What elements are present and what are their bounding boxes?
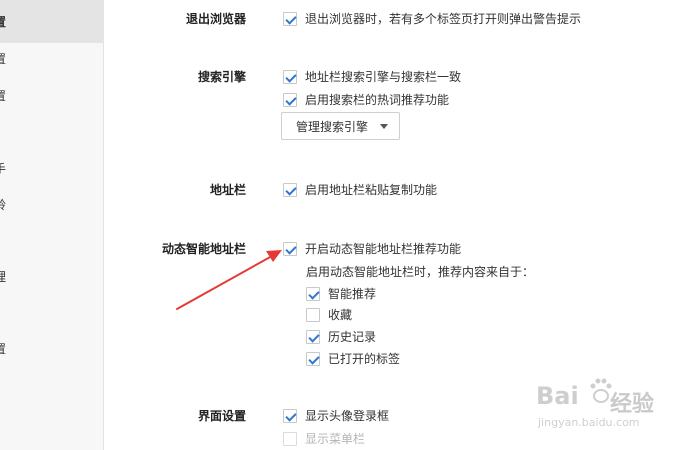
paste-copy-option[interactable]: 启用地址栏粘贴复制功能 xyxy=(283,181,437,198)
section-label-exit-browser: 退出浏览器 xyxy=(185,12,246,26)
menu-bar-option[interactable]: 显示菜单栏 xyxy=(283,430,365,447)
checkbox-checked[interactable] xyxy=(306,351,320,366)
watermark-logo-text: Bai xyxy=(536,382,579,410)
smart-address-bar-option[interactable]: 开启动态智能地址栏推荐功能 xyxy=(283,240,461,257)
checkbox-checked[interactable] xyxy=(306,286,320,301)
option-label: 开启动态智能地址栏推荐功能 xyxy=(305,242,462,256)
sidebar-item[interactable]: 手 xyxy=(0,160,104,180)
option-label: 智能推荐 xyxy=(328,287,377,301)
manage-search-engine-dropdown[interactable]: 管理搜索引擎 xyxy=(281,112,400,140)
section-label-search-engine: 搜索引擎 xyxy=(197,70,246,84)
sync-search-engine-option[interactable]: 地址栏搜索引擎与搜索栏一致 xyxy=(283,68,461,85)
option-label: 启用搜索栏的热词推荐功能 xyxy=(305,93,450,107)
section-label-address-bar: 地址栏 xyxy=(209,183,246,197)
sidebar-item[interactable]: 理 xyxy=(0,268,104,288)
checkbox-unchecked[interactable] xyxy=(283,431,297,446)
checkbox-unchecked[interactable] xyxy=(306,307,320,322)
baidu-jingyan-watermark: Bai 经验 jingyan.baidu.com xyxy=(532,376,692,438)
option-label: 收藏 xyxy=(328,308,353,322)
checkbox-checked[interactable] xyxy=(283,182,297,197)
checkbox-checked[interactable] xyxy=(283,408,297,423)
dropdown-label: 管理搜索引擎 xyxy=(296,119,369,134)
sidebar-item[interactable]: 置 xyxy=(0,87,104,107)
option-label: 历史记录 xyxy=(328,330,377,344)
checkbox-checked[interactable] xyxy=(283,92,297,107)
settings-sidebar: 置 置 置 手 铃 理 理 置 xyxy=(0,0,104,450)
smart-recommend-option[interactable]: 智能推荐 xyxy=(306,285,376,302)
exit-warning-option[interactable]: 退出浏览器时，若有多个标签页打开则弹出警告提示 xyxy=(283,10,581,27)
sidebar-item[interactable]: 置 xyxy=(0,340,104,360)
option-label: 退出浏览器时，若有多个标签页打开则弹出警告提示 xyxy=(305,12,582,26)
sidebar-item[interactable]: 铃 xyxy=(0,196,104,216)
history-option[interactable]: 历史记录 xyxy=(306,328,376,345)
sidebar-item[interactable]: 置 xyxy=(0,50,104,70)
section-label-smart-address-bar: 动态智能地址栏 xyxy=(161,242,246,256)
sidebar-item-active[interactable]: 置 xyxy=(0,0,104,43)
checkbox-checked[interactable] xyxy=(283,241,297,256)
option-label: 启用地址栏粘贴复制功能 xyxy=(305,183,438,197)
checkbox-checked[interactable] xyxy=(283,69,297,84)
open-tabs-option[interactable]: 已打开的标签 xyxy=(306,350,400,367)
watermark-url: jingyan.baidu.com xyxy=(538,416,640,429)
recommend-source-note: 启用动态智能地址栏时，推荐内容来自于： xyxy=(306,265,535,279)
caret-down-icon xyxy=(380,124,388,129)
option-label: 显示菜单栏 xyxy=(305,432,366,446)
option-label: 已打开的标签 xyxy=(328,352,401,366)
checkbox-checked[interactable] xyxy=(283,11,297,26)
option-label: 地址栏搜索引擎与搜索栏一致 xyxy=(305,70,462,84)
checkbox-checked[interactable] xyxy=(306,329,320,344)
section-label-interface: 界面设置 xyxy=(197,409,246,423)
favorites-option[interactable]: 收藏 xyxy=(306,306,352,323)
avatar-login-option[interactable]: 显示头像登录框 xyxy=(283,407,389,424)
option-label: 显示头像登录框 xyxy=(305,409,390,423)
hot-word-recommend-option[interactable]: 启用搜索栏的热词推荐功能 xyxy=(283,91,449,108)
watermark-title: 经验 xyxy=(610,392,655,417)
